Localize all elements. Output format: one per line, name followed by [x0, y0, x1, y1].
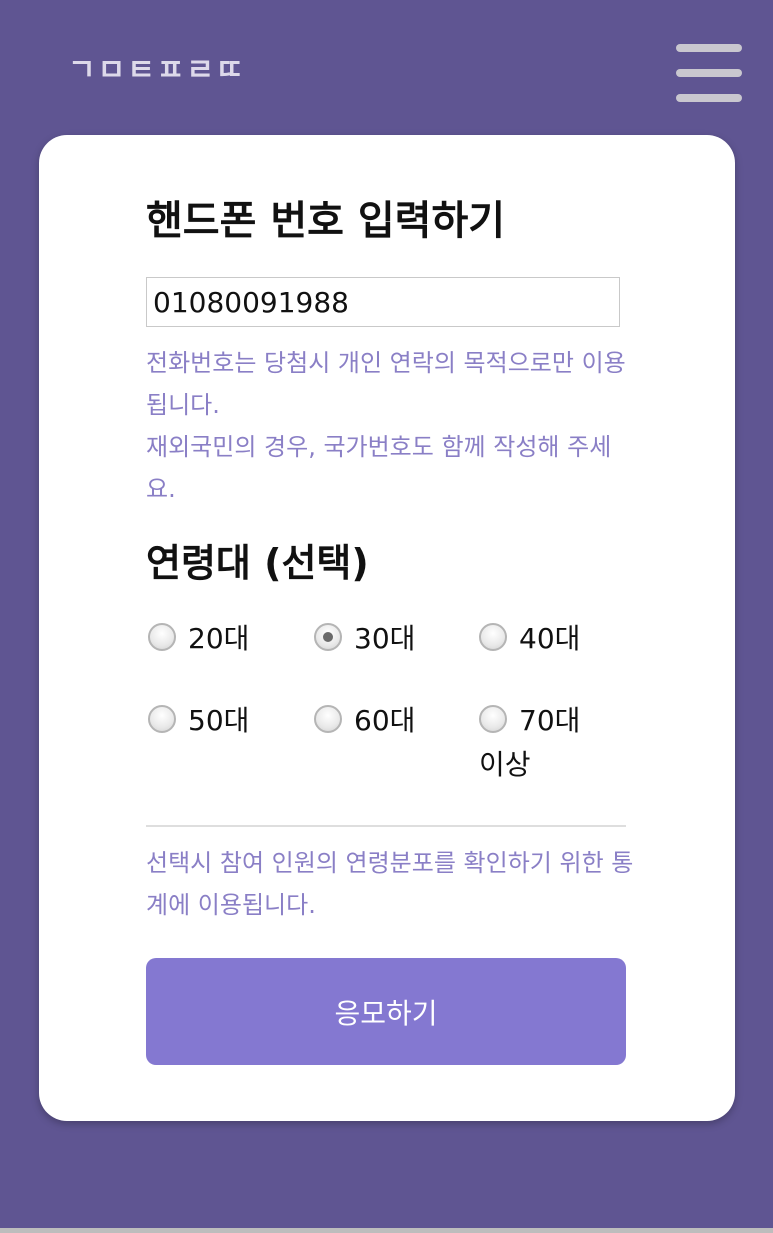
menu-bar-bottom [676, 94, 742, 102]
radio-button[interactable] [314, 705, 342, 733]
age-section-title: 연령대 (선택) [146, 541, 369, 585]
submit-button[interactable]: 응모하기 [146, 958, 626, 1065]
age-option-label: 50대 [188, 704, 250, 737]
menu-bar-middle [676, 69, 742, 77]
phone-notice-line1: 전화번호는 당첨시 개인 연락의 목적으로만 이용됩니다. [146, 349, 626, 419]
age-option-label: 60대 [354, 704, 416, 737]
divider [146, 825, 626, 827]
site-logo[interactable]: ㄱㅁㅌㅍㄹㄸ [68, 56, 246, 86]
phone-notice: 전화번호는 당첨시 개인 연락의 목적으로만 이용됩니다. 재외국민의 경우, … [146, 342, 636, 510]
phone-number-input[interactable] [146, 277, 620, 327]
age-option-label-line2: 이상 [479, 748, 531, 781]
radio-button[interactable] [148, 705, 176, 733]
age-option-label: 30대 [354, 622, 416, 655]
hamburger-menu-icon[interactable] [676, 44, 742, 102]
phone-section-title: 핸드폰 번호 입력하기 [146, 198, 506, 244]
radio-button[interactable] [479, 705, 507, 733]
age-option-label: 20대 [188, 622, 250, 655]
radio-button[interactable] [148, 623, 176, 651]
age-option-label: 40대 [519, 622, 581, 655]
phone-notice-line2: 재외국민의 경우, 국가번호도 함께 작성해 주세요. [146, 433, 612, 503]
radio-button[interactable] [479, 623, 507, 651]
age-option-label: 70대 [519, 704, 581, 737]
age-notice: 선택시 참여 인원의 연령분포를 확인하기 위한 통계에 이용됩니다. [146, 849, 634, 919]
bottom-edge [0, 1228, 773, 1233]
menu-bar-top [676, 44, 742, 52]
radio-button-checked[interactable] [314, 623, 342, 651]
